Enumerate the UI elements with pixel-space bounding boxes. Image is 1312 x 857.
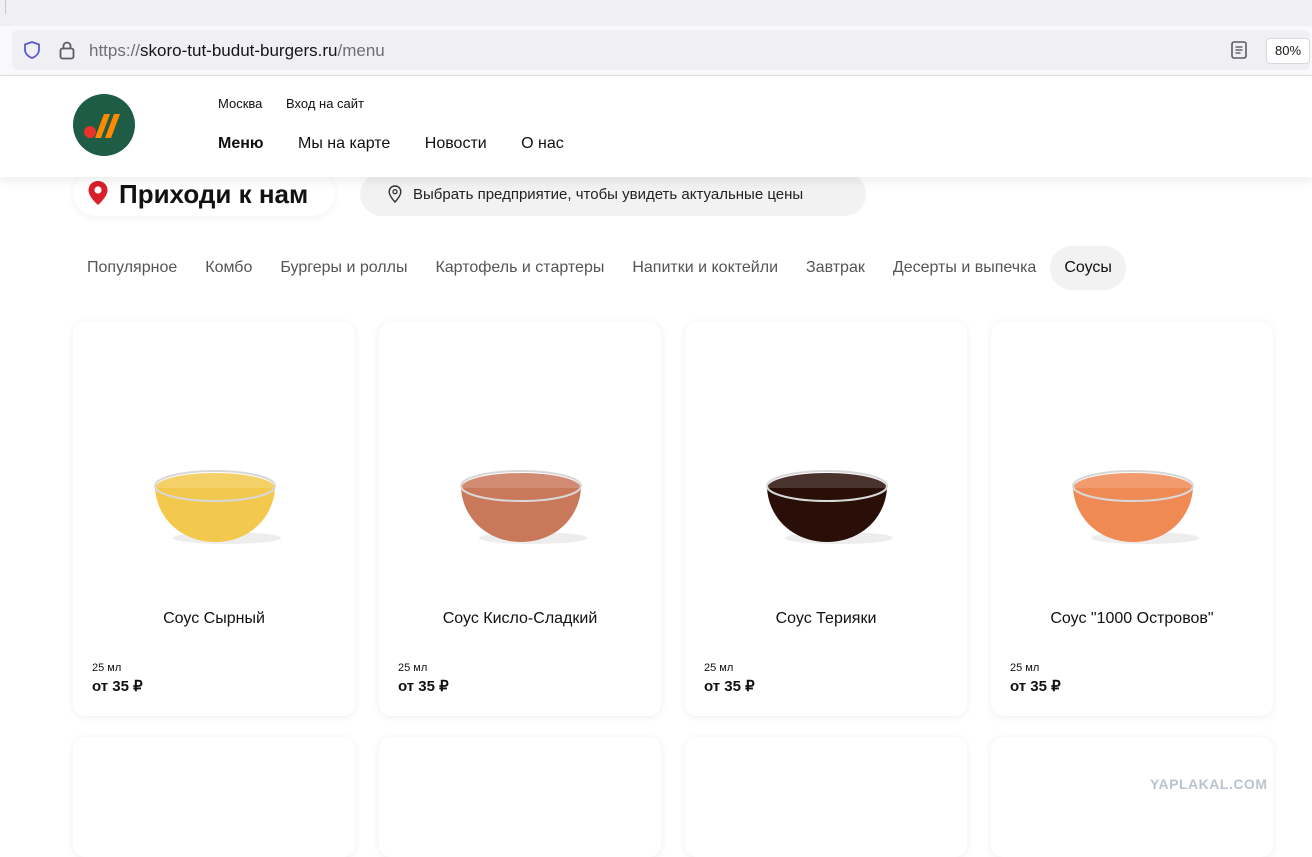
url-scheme: https://	[89, 41, 141, 60]
city-selector[interactable]: Москва	[218, 96, 262, 111]
tracking-protection-shield-icon[interactable]	[22, 40, 42, 60]
top-links: Москва Вход на сайт	[218, 96, 384, 111]
tab-desserts[interactable]: Десерты и выпечка	[879, 246, 1050, 290]
product-price: от 35 ₽	[1010, 678, 1061, 695]
tab-sauces[interactable]: Соусы	[1050, 246, 1126, 290]
product-price: от 35 ₽	[92, 678, 143, 695]
main-nav: Меню Мы на карте Новости О нас	[218, 135, 594, 153]
location-outline-icon	[388, 185, 402, 203]
brand-logo-icon[interactable]	[73, 94, 135, 156]
tab-combo[interactable]: Комбо	[191, 246, 266, 290]
tab-burgers[interactable]: Бургеры и роллы	[266, 246, 421, 290]
product-size: 25 мл	[1010, 662, 1040, 674]
location-title: Приходи к нам	[119, 179, 309, 209]
product-size: 25 мл	[92, 662, 122, 674]
product-card[interactable]: Соус Терияки 25 мл от 35 ₽	[685, 322, 967, 716]
tab-popular[interactable]: Популярное	[73, 246, 191, 290]
tab-breakfast[interactable]: Завтрак	[792, 246, 879, 290]
select-store-label: Выбрать предприятие, чтобы увидеть актуа…	[413, 186, 804, 203]
address-bar[interactable]: https://skoro-tut-budut-burgers.ru/menu …	[12, 30, 1310, 70]
browser-tabstrip	[0, 0, 1312, 26]
map-pin-icon	[88, 181, 108, 205]
select-store-button[interactable]: Выбрать предприятие, чтобы увидеть актуа…	[360, 173, 866, 216]
zoom-level-badge[interactable]: 80%	[1266, 38, 1310, 64]
url-path: /menu	[337, 41, 385, 60]
product-size: 25 мл	[398, 662, 428, 674]
product-name: Соус Кисло-Сладкий	[442, 610, 598, 627]
product-card[interactable]	[991, 737, 1273, 857]
sauce-bowl-image	[460, 470, 587, 544]
product-card[interactable]	[685, 737, 967, 857]
login-link[interactable]: Вход на сайт	[286, 96, 364, 111]
product-name: Соус "1000 Островов"	[1050, 610, 1214, 627]
product-price: от 35 ₽	[398, 678, 449, 695]
product-size: 25 мл	[704, 662, 734, 674]
product-card[interactable]: Соус "1000 Островов" 25 мл от 35 ₽	[991, 322, 1273, 716]
reader-view-icon[interactable]	[1230, 40, 1248, 60]
sauce-bowl-image	[154, 470, 281, 544]
nav-menu[interactable]: Меню	[218, 135, 264, 152]
product-name: Соус Сырный	[163, 610, 265, 627]
tab-edge[interactable]	[0, 0, 6, 14]
nav-news[interactable]: Новости	[425, 135, 487, 152]
nav-map[interactable]: Мы на карте	[298, 135, 390, 152]
product-card[interactable]: Соус Сырный 25 мл от 35 ₽	[73, 322, 355, 716]
url-text[interactable]: https://skoro-tut-budut-burgers.ru/menu	[89, 41, 385, 61]
tab-drinks[interactable]: Напитки и коктейли	[618, 246, 792, 290]
product-name: Соус Терияки	[775, 610, 877, 627]
tab-fries[interactable]: Картофель и стартеры	[421, 246, 618, 290]
product-card[interactable]	[73, 737, 355, 857]
url-host: skoro-tut-budut-burgers.ru	[140, 41, 338, 60]
watermark-text: YAPLAKAL.COM	[1150, 776, 1268, 792]
site-header: Москва Вход на сайт Меню Мы на карте Нов…	[0, 77, 1312, 177]
product-card[interactable]	[379, 737, 661, 857]
product-card[interactable]: Соус Кисло-Сладкий 25 мл от 35 ₽	[379, 322, 661, 716]
sauce-bowl-image	[1072, 470, 1199, 544]
product-price: от 35 ₽	[704, 678, 755, 695]
category-tabs: Популярное Комбо Бургеры и роллы Картофе…	[73, 246, 1126, 290]
lock-icon[interactable]	[58, 40, 76, 60]
sauce-bowl-image	[766, 470, 893, 544]
browser-toolbar: https://skoro-tut-budut-burgers.ru/menu …	[0, 26, 1312, 76]
nav-about[interactable]: О нас	[521, 135, 564, 152]
